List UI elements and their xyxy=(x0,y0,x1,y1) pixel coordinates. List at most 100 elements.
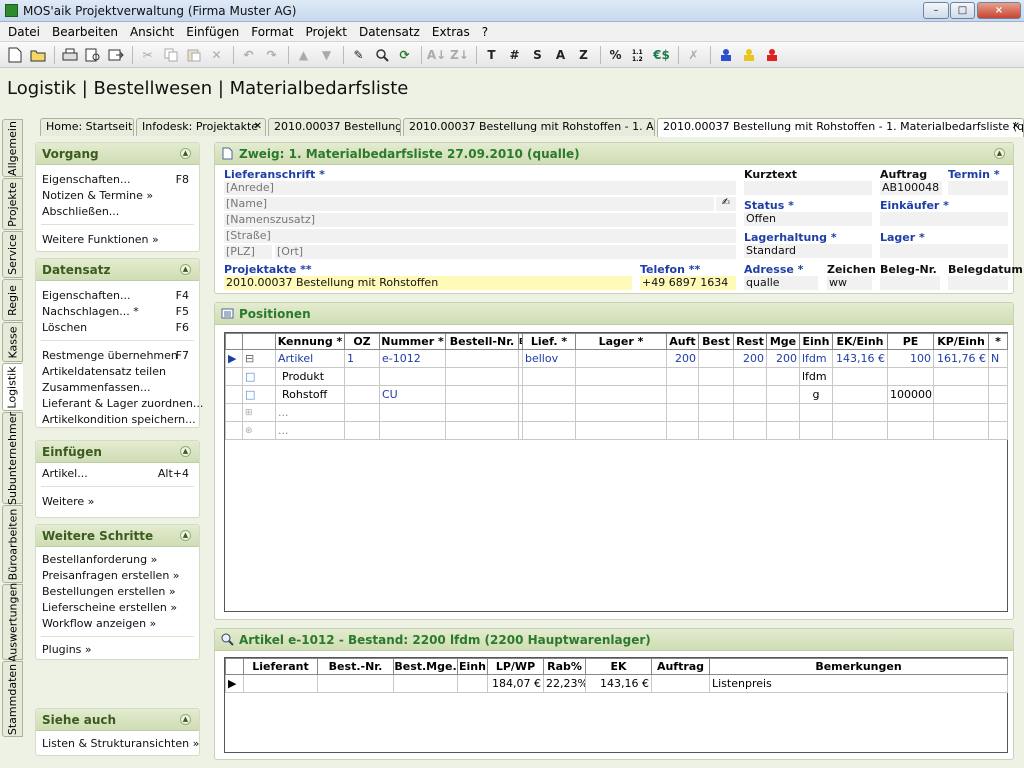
table-row[interactable]: ▶ 184,07 € 22,23% 143,16 € Listenpreis xyxy=(225,674,1008,693)
cell-kp[interactable]: 161,76 € xyxy=(933,349,989,368)
cell-einh[interactable]: lfdm xyxy=(799,367,833,386)
cell-einh[interactable]: lfdm xyxy=(799,349,833,368)
einkaeufer-field[interactable] xyxy=(880,212,1008,226)
letter-a-icon[interactable]: A xyxy=(550,45,571,65)
sidebar-item-weitere-funktionen[interactable]: Weitere Funktionen » xyxy=(42,233,159,246)
cell-kennung[interactable]: ... xyxy=(275,403,345,422)
sidebar-item-bestellanforderung[interactable]: Bestellanforderung » xyxy=(42,553,157,566)
cell-lief[interactable]: bellov xyxy=(522,349,576,368)
vtab-bueroarbeiten[interactable]: Büroarbeiten xyxy=(2,505,23,583)
cell-auftrag[interactable] xyxy=(651,674,710,693)
vtab-kasse[interactable]: Kasse xyxy=(2,322,23,362)
vtab-stammdaten[interactable]: Stammdaten xyxy=(2,661,23,737)
namenszusatz-field[interactable]: [Namenszusatz] xyxy=(224,213,736,227)
cut-icon[interactable]: ✂ xyxy=(137,45,158,65)
undo-icon[interactable]: ↶ xyxy=(238,45,259,65)
refresh-icon[interactable]: ⟳ xyxy=(394,45,415,65)
column-header[interactable]: Auft xyxy=(666,333,699,350)
column-header[interactable]: Kennung * xyxy=(275,333,345,350)
column-header[interactable]: * xyxy=(988,333,1008,350)
anrede-field[interactable]: [Anrede] xyxy=(224,181,736,195)
column-header[interactable]: Rab% xyxy=(543,658,586,675)
collapse-icon[interactable]: ▲ xyxy=(994,148,1005,159)
column-header[interactable]: Mge xyxy=(766,333,800,350)
letter-z-icon[interactable]: Z xyxy=(573,45,594,65)
cell-star[interactable] xyxy=(988,385,1008,404)
close-tab-icon[interactable]: ✕ xyxy=(254,119,262,135)
column-header[interactable]: Einh xyxy=(799,333,833,350)
cell-nummer[interactable]: CU xyxy=(379,385,446,404)
column-header[interactable]: Bemerkungen xyxy=(709,658,1008,675)
hash-icon[interactable]: # xyxy=(504,45,525,65)
cell-einh[interactable] xyxy=(457,674,488,693)
sidebar-item-workflow[interactable]: Workflow anzeigen » xyxy=(42,617,156,630)
belegnr-field[interactable] xyxy=(880,276,940,290)
column-header[interactable]: EK/Einh xyxy=(832,333,888,350)
sidebar-item-notizen[interactable]: Notizen & Termine » xyxy=(42,189,153,202)
collapse-icon[interactable]: ▲ xyxy=(180,264,191,275)
collapse-icon[interactable]: ▲ xyxy=(180,714,191,725)
column-header[interactable]: EK xyxy=(585,658,652,675)
sidebar-item-plugins[interactable]: Plugins » xyxy=(42,643,92,656)
maximize-button[interactable]: □ xyxy=(950,2,975,19)
menu-format[interactable]: Format xyxy=(245,25,299,39)
cell-lager[interactable] xyxy=(575,367,667,386)
projektakte-field[interactable]: 2010.00037 Bestellung mit Rohstoffen xyxy=(224,276,632,290)
adresse-field[interactable]: qualle xyxy=(744,276,818,290)
ort-field[interactable]: [Ort] xyxy=(275,245,736,259)
menu-datei[interactable]: Datei xyxy=(2,25,46,39)
column-header[interactable]: Auftrag xyxy=(651,658,710,675)
menu-extras[interactable]: Extras xyxy=(426,25,476,39)
cell-oz[interactable] xyxy=(344,367,380,386)
vtab-projekte[interactable]: Projekte xyxy=(2,178,23,230)
delete-icon[interactable]: ✕ xyxy=(206,45,227,65)
cell-kennung[interactable]: Produkt xyxy=(275,367,345,386)
cell-auft[interactable]: 200 xyxy=(666,349,699,368)
sidebar-item-loeschen[interactable]: Löschen xyxy=(42,321,87,334)
numbers-icon[interactable]: 1.1 1.2 xyxy=(628,45,649,65)
cell-lager[interactable] xyxy=(575,349,667,368)
column-header[interactable]: OZ xyxy=(344,333,380,350)
percent-icon[interactable]: % xyxy=(605,45,626,65)
cell-lieferant[interactable] xyxy=(243,674,318,693)
sidebar-item-nachschlagen[interactable]: Nachschlagen... * xyxy=(42,305,139,318)
menu-einfuegen[interactable]: Einfügen xyxy=(180,25,245,39)
user-yellow-icon[interactable] xyxy=(738,45,759,65)
cell-kp[interactable] xyxy=(933,385,989,404)
vtab-service[interactable]: Service xyxy=(2,231,23,278)
tab-home[interactable]: Home: Startseite xyxy=(40,118,134,136)
auftrag-field[interactable]: AB100048 xyxy=(880,181,942,195)
cell-mge[interactable]: 200 xyxy=(766,349,800,368)
cell-bestnr[interactable] xyxy=(317,674,394,693)
cell-ek[interactable]: 143,16 € xyxy=(585,674,652,693)
cell-pe[interactable] xyxy=(887,367,934,386)
section-header[interactable]: Einfügen ▲ xyxy=(36,441,199,463)
column-header[interactable]: LP/WP xyxy=(487,658,544,675)
table-row[interactable]: □ Rohstoff CU g 100000 xyxy=(225,385,1008,404)
sidebar-item-abschliessen[interactable]: Abschließen... xyxy=(42,205,119,218)
section-header[interactable]: Weitere Schritte ▲ xyxy=(36,525,199,547)
cell-oz[interactable]: 1 xyxy=(344,349,380,368)
vtab-auswertungen[interactable]: Auswertungen xyxy=(2,582,23,662)
cell-pe[interactable]: 100000 xyxy=(887,385,934,404)
menu-bearbeiten[interactable]: Bearbeiten xyxy=(46,25,124,39)
close-tab-icon[interactable]: ✕ xyxy=(1012,119,1020,135)
cell-best[interactable] xyxy=(698,385,734,404)
sidebar-item-artikeldatensatz-teilen[interactable]: Artikeldatensatz teilen xyxy=(42,365,166,378)
cell-nummer[interactable] xyxy=(379,367,446,386)
cell-kennung[interactable]: Artikel xyxy=(275,349,345,368)
print-icon[interactable] xyxy=(59,45,80,65)
print-preview-icon[interactable] xyxy=(82,45,103,65)
column-header[interactable]: Einh xyxy=(457,658,488,675)
cell-bestellnr[interactable] xyxy=(445,367,519,386)
cell-lief[interactable] xyxy=(522,385,576,404)
sidebar-item-artikelkondition[interactable]: Artikelkondition speichern... xyxy=(42,413,196,426)
paste-icon[interactable] xyxy=(183,45,204,65)
text-icon[interactable]: T xyxy=(481,45,502,65)
move-up-icon[interactable]: ▲ xyxy=(293,45,314,65)
move-down-icon[interactable]: ▼ xyxy=(316,45,337,65)
cell-kennung[interactable]: ... xyxy=(275,421,345,440)
tab-materialbedarfsliste[interactable]: 2010.00037 Bestellung mit Rohstoffen - 1… xyxy=(657,118,1024,137)
zeichen-field[interactable]: ww xyxy=(827,276,872,290)
sidebar-item-zusammenfassen[interactable]: Zusammenfassen... xyxy=(42,381,150,394)
